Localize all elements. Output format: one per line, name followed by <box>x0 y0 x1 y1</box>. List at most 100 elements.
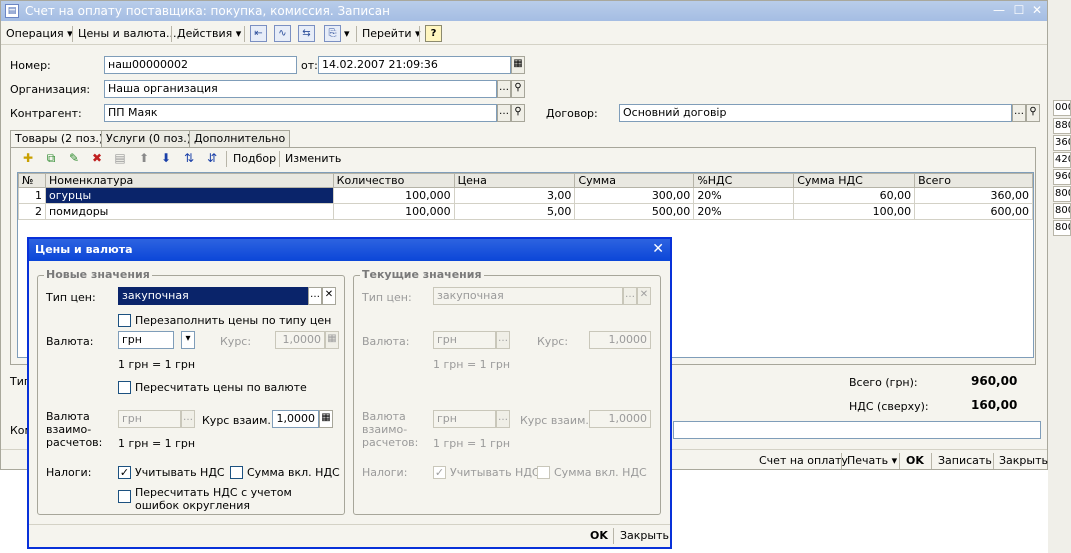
cell[interactable]: 20% <box>693 203 795 220</box>
ellipsis-icon[interactable]: … <box>308 287 322 305</box>
search-icon[interactable]: ⚲ <box>511 80 525 98</box>
sort-desc-icon[interactable]: ⇵ <box>204 151 220 166</box>
contract-field[interactable]: Основний договір <box>619 104 1012 122</box>
invoice-button[interactable]: Счет на оплату <box>759 453 848 468</box>
contractor-field[interactable]: ПП Маяк <box>104 104 497 122</box>
cell[interactable]: 500,00 <box>574 203 695 220</box>
close-button[interactable]: Закрыть <box>999 453 1048 468</box>
move-up-icon[interactable]: ⬆ <box>136 151 152 166</box>
table-row[interactable]: 2 помидоры 100,000 5,00 500,00 20% 100,0… <box>18 203 1033 220</box>
calculator-icon[interactable]: ▦ <box>319 410 333 428</box>
cell[interactable]: 60,00 <box>793 187 916 204</box>
actions-menu[interactable]: Действия ▾ <box>174 25 244 42</box>
back-arrow-icon[interactable]: ⇤ <box>250 25 267 42</box>
move-down-icon[interactable]: ⬇ <box>158 151 174 166</box>
minimize-icon[interactable]: — <box>991 3 1007 18</box>
help-icon[interactable]: ? <box>425 25 442 42</box>
add-row-icon[interactable]: ✚ <box>20 151 36 166</box>
prices-currency-button[interactable]: Цены и валюта... <box>75 25 179 42</box>
cell[interactable]: 600,00 <box>914 203 1033 220</box>
organization-field[interactable]: Наша организация <box>104 80 497 98</box>
recalc-vat-checkbox[interactable] <box>118 490 131 503</box>
cell[interactable]: 100,000 <box>332 187 455 204</box>
settle-currency-field[interactable]: грн <box>118 410 181 428</box>
cell[interactable]: 3,00 <box>453 187 576 204</box>
comment-field[interactable] <box>673 421 1041 439</box>
ellipsis-icon[interactable]: … <box>497 104 511 122</box>
pick-button[interactable]: Подбор <box>233 152 276 165</box>
dialog-close-button[interactable]: Закрыть <box>620 528 669 543</box>
recalc-prices-checkbox[interactable] <box>118 381 131 394</box>
ok-button[interactable]: OK <box>906 453 924 468</box>
cell[interactable]: 100,00 <box>793 203 916 220</box>
search-icon[interactable]: ⚲ <box>511 104 525 122</box>
cell[interactable]: 1 <box>18 187 46 204</box>
cell[interactable]: помидоры <box>44 203 334 220</box>
sort-asc-icon[interactable]: ⇅ <box>181 151 197 166</box>
column-header[interactable]: Цена <box>453 173 576 188</box>
separator <box>419 26 420 42</box>
toolbar: Операция ▾ Цены и валюта... Действия ▾ ⇤… <box>1 23 1047 45</box>
ellipsis-icon[interactable]: … <box>181 410 195 428</box>
price-type-field[interactable]: закупочная <box>118 287 308 305</box>
column-header[interactable]: Количество <box>332 173 455 188</box>
cell[interactable]: 5,00 <box>453 203 576 220</box>
current-settle-currency-field: грн <box>433 410 496 428</box>
calculator-icon[interactable]: ▦ <box>325 331 339 349</box>
dialog-ok-button[interactable]: OK <box>590 528 608 543</box>
cell[interactable]: 20% <box>693 187 795 204</box>
currency-select[interactable]: грн <box>118 331 174 349</box>
cell[interactable]: огурцы <box>44 187 334 204</box>
create-based-icon[interactable]: ⎘ <box>324 25 341 42</box>
ellipsis-icon[interactable]: … <box>497 80 511 98</box>
end-edit-icon[interactable]: ▤ <box>112 151 128 166</box>
save-button[interactable]: Записать <box>938 453 992 468</box>
maximize-icon[interactable]: ☐ <box>1011 3 1027 18</box>
refill-prices-checkbox[interactable] <box>118 314 131 327</box>
background-cell: 960 <box>1053 169 1071 185</box>
date-field[interactable]: 14.02.2007 21:09:36 <box>318 56 511 74</box>
sum-incl-vat-checkbox[interactable] <box>230 466 243 479</box>
goto-menu[interactable]: Перейти ▾ <box>359 25 424 42</box>
journal-icon[interactable]: ∿ <box>274 25 291 42</box>
window-title: Счет на оплату поставщика: покупка, коми… <box>25 4 390 18</box>
ellipsis-icon[interactable]: … <box>1012 104 1026 122</box>
current-values-title: Текущие значения <box>360 268 484 281</box>
close-icon[interactable]: ✕ <box>652 241 664 257</box>
cell[interactable]: 300,00 <box>574 187 695 204</box>
change-button[interactable]: Изменить <box>285 152 341 165</box>
settle-rate-field[interactable]: 1,0000 <box>272 410 319 428</box>
search-icon[interactable]: ⚲ <box>1026 104 1040 122</box>
clear-icon: ✕ <box>637 287 651 305</box>
table-header-row: № Номенклатура Количество Цена Сумма %НД… <box>18 173 1033 188</box>
column-header[interactable]: %НДС <box>693 173 795 188</box>
cell[interactable]: 360,00 <box>914 187 1033 204</box>
column-header[interactable]: Сумма НДС <box>793 173 916 188</box>
chevron-down-icon[interactable]: ▾ <box>341 25 353 42</box>
column-header[interactable]: Сумма <box>574 173 695 188</box>
edit-row-icon[interactable]: ✎ <box>66 151 82 166</box>
close-icon[interactable]: ✕ <box>1029 3 1045 18</box>
table-row[interactable]: 1 огурцы 100,000 3,00 300,00 20% 60,00 3… <box>18 187 1033 204</box>
calendar-icon[interactable]: ▦ <box>511 56 525 74</box>
column-header[interactable]: Всего <box>914 173 1033 188</box>
operation-menu[interactable]: Операция ▾ <box>3 25 76 42</box>
chevron-down-icon[interactable]: ▾ <box>181 331 195 349</box>
delete-row-icon[interactable]: ✖ <box>89 151 105 166</box>
tab-additional[interactable]: Дополнительно <box>189 130 291 147</box>
account-vat-checkbox[interactable]: ✓ <box>118 466 131 479</box>
cell[interactable]: 2 <box>18 203 46 220</box>
number-field[interactable]: наш00000002 <box>104 56 297 74</box>
column-header[interactable]: Номенклатура <box>44 173 334 188</box>
tab-goods[interactable]: Товары (2 поз.) <box>10 130 109 148</box>
post-document-icon[interactable]: ⇆ <box>298 25 315 42</box>
copy-row-icon[interactable]: ⧉ <box>43 151 59 166</box>
tab-services[interactable]: Услуги (0 поз.) <box>101 130 197 147</box>
background-cell: 360 <box>1053 135 1071 151</box>
clear-icon[interactable]: ✕ <box>322 287 336 305</box>
cell[interactable]: 100,000 <box>332 203 455 220</box>
settle-ratio: 1 грн = 1 грн <box>118 437 196 450</box>
print-menu[interactable]: Печать ▾ <box>847 453 897 468</box>
rate-field[interactable]: 1,0000 <box>275 331 325 349</box>
column-header[interactable]: № <box>18 173 46 188</box>
